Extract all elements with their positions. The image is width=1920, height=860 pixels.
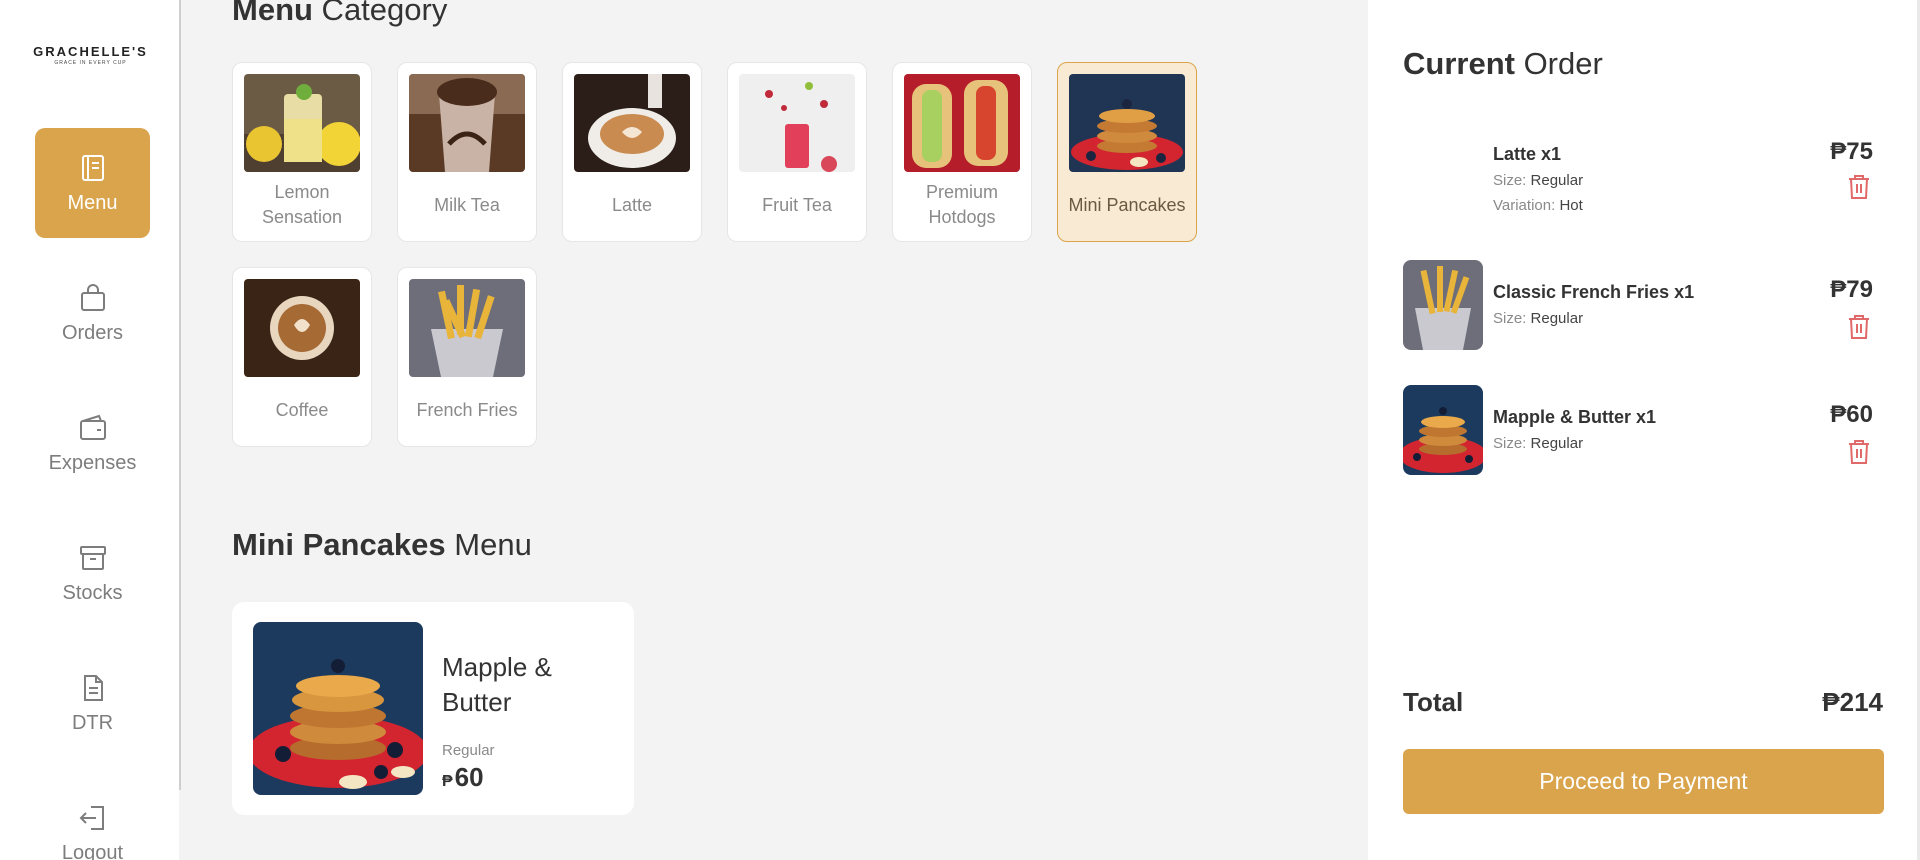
- menu-section-title: Mini Pancakes Menu: [232, 527, 532, 562]
- category-label: French Fries: [416, 399, 518, 420]
- nav-item-menu[interactable]: Menu: [35, 128, 150, 238]
- nav-item-orders[interactable]: Orders: [35, 258, 150, 368]
- order-item-title: Latte x1: [1493, 144, 1562, 164]
- nav-label-expenses: Expenses: [48, 451, 137, 474]
- nav-item-expenses[interactable]: Expenses: [35, 388, 150, 498]
- category-card-coffee[interactable]: Coffee: [232, 267, 372, 447]
- category-card-lemon-sensation[interactable]: Lemon Sensation: [232, 62, 372, 242]
- mini-pancakes-image: [1069, 74, 1185, 172]
- category-card-premium-hotdogs[interactable]: Premium Hotdogs: [892, 62, 1032, 242]
- french-fries-image: [409, 279, 525, 377]
- premium-hotdogs-image: [904, 74, 1020, 172]
- category-label: Mini Pancakes: [1068, 194, 1186, 215]
- category-card-mini-pancakes[interactable]: Mini Pancakes: [1057, 62, 1197, 242]
- lemon-sensation-image: [244, 74, 360, 172]
- total-amount: ₱214: [1822, 687, 1883, 717]
- document-icon: [83, 674, 103, 701]
- trash-icon[interactable]: [1847, 174, 1871, 200]
- bag-icon: [80, 283, 105, 311]
- order-item-size: Size: Regular: [1493, 172, 1584, 189]
- menu-item-card-mapple-butter[interactable]: Mapple & Butter Regular ₱60: [232, 602, 634, 815]
- sidebar: GRACHELLE'S GRACE IN EVERY CUP Menu Orde…: [0, 0, 181, 860]
- category-label: Milk Tea: [434, 194, 500, 215]
- total-label: Total: [1403, 687, 1464, 717]
- brand-tagline: GRACE IN EVERY CUP: [54, 60, 127, 66]
- category-label: Coffee: [275, 399, 329, 420]
- nav-label-orders: Orders: [61, 321, 124, 344]
- category-card-french-fries[interactable]: French Fries: [397, 267, 537, 447]
- sidebar-edge: [179, 790, 181, 860]
- logout-icon: [79, 805, 104, 830]
- menu-book-icon: [81, 154, 104, 181]
- latte-image: [574, 74, 690, 172]
- french-fries-thumbnail: [1403, 260, 1483, 350]
- trash-icon[interactable]: [1847, 439, 1871, 465]
- mapple-butter-image: [253, 622, 423, 795]
- coffee-image: [244, 279, 360, 377]
- nav-item-stocks[interactable]: Stocks: [35, 518, 150, 628]
- menu-item-size: Regular: [442, 742, 495, 759]
- order-item-title: Classic French Fries x1: [1493, 282, 1695, 302]
- category-card-latte[interactable]: Latte: [562, 62, 702, 242]
- order-item-price: ₱75: [1830, 138, 1873, 165]
- order-item-latte: Latte x1 Size: Regular Variation: Hot ₱7…: [1403, 138, 1883, 224]
- category-section-title: Menu Category: [232, 0, 448, 27]
- order-item-price: ₱79: [1830, 276, 1873, 303]
- nav-label-logout: Logout: [61, 841, 124, 860]
- proceed-to-payment-button[interactable]: Proceed to Payment: [1403, 749, 1884, 814]
- order-item-classic-french-fries: Classic French Fries x1 Size: Regular ₱7…: [1403, 260, 1883, 350]
- order-item-variation: Variation: Hot: [1493, 197, 1583, 214]
- order-item-mapple-butter: Mapple & Butter x1 Size: Regular ₱60: [1403, 385, 1883, 475]
- menu-item-price: ₱60: [442, 762, 484, 792]
- order-item-price: ₱60: [1830, 401, 1873, 428]
- current-order-panel: Current Order Latte x1 Size: Regular Var…: [1368, 0, 1920, 860]
- order-title: Current Order: [1403, 46, 1603, 81]
- order-total-row: Total ₱214: [1403, 687, 1883, 718]
- nav-label-dtr: DTR: [71, 711, 114, 734]
- category-label: Latte: [611, 194, 653, 215]
- nav-item-dtr[interactable]: DTR: [35, 648, 150, 758]
- milk-tea-image: [409, 74, 525, 172]
- category-label: Fruit Tea: [762, 194, 832, 215]
- nav-item-logout[interactable]: Logout: [35, 778, 150, 860]
- trash-icon[interactable]: [1847, 314, 1871, 340]
- menu-item-name: Mapple & Butter: [442, 652, 552, 717]
- brand-name: GRACHELLE'S: [33, 44, 148, 59]
- category-card-milk-tea[interactable]: Milk Tea: [397, 62, 537, 242]
- category-label: Premium Hotdogs: [925, 182, 998, 227]
- fruit-tea-image: [739, 74, 855, 172]
- wallet-icon: [79, 414, 106, 440]
- order-item-title: Mapple & Butter x1: [1493, 407, 1657, 427]
- order-item-size: Size: Regular: [1493, 310, 1584, 327]
- brand-logo: GRACHELLE'S GRACE IN EVERY CUP: [0, 44, 181, 66]
- order-item-size: Size: Regular: [1493, 435, 1584, 452]
- nav-label-menu: Menu: [67, 191, 118, 214]
- category-card-fruit-tea[interactable]: Fruit Tea: [727, 62, 867, 242]
- archive-box-icon: [79, 545, 106, 570]
- nav-label-stocks: Stocks: [62, 581, 123, 604]
- category-label: Lemon Sensation: [261, 182, 343, 227]
- pancakes-thumbnail: [1403, 385, 1483, 475]
